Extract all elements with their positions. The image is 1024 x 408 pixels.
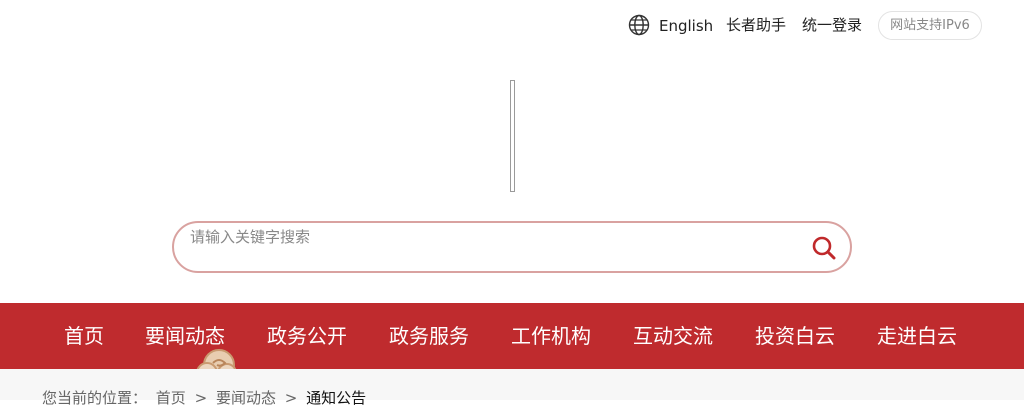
nav-item-gov-disclosure[interactable]: 政务公开 xyxy=(267,303,347,369)
nav-item-agencies[interactable]: 工作机构 xyxy=(511,303,591,369)
breadcrumb-separator: > xyxy=(284,389,298,407)
nav-item-about[interactable]: 走进白云 xyxy=(877,303,957,369)
breadcrumb-item-current: 通知公告 xyxy=(306,389,367,407)
english-link[interactable]: English xyxy=(659,16,713,36)
breadcrumb-prefix: 您当前的位置： xyxy=(42,389,148,407)
breadcrumb-item-home[interactable]: 首页 xyxy=(156,389,186,407)
unified-login-link[interactable]: 统一登录 xyxy=(802,15,862,35)
nav-item-interaction[interactable]: 互动交流 xyxy=(633,303,713,369)
logo-placeholder xyxy=(510,80,515,192)
top-bar: English 长者助手 统一登录 网站支持IPv6 xyxy=(0,0,1024,50)
breadcrumb-item-news[interactable]: 要闻动态 xyxy=(216,389,276,407)
elder-assistant-link[interactable]: 长者助手 xyxy=(726,15,786,35)
nav-item-home[interactable]: 首页 xyxy=(64,303,104,369)
ipv6-badge: 网站支持IPv6 xyxy=(878,11,982,40)
search-icon[interactable] xyxy=(810,234,838,262)
nav-item-gov-services[interactable]: 政务服务 xyxy=(389,303,469,369)
breadcrumb-separator: > xyxy=(194,389,208,407)
nav-item-invest[interactable]: 投资白云 xyxy=(755,303,835,369)
search-input[interactable] xyxy=(190,225,790,249)
globe-icon[interactable] xyxy=(628,14,650,36)
breadcrumb: 您当前的位置： 首页 > 要闻动态 > 通知公告 xyxy=(0,369,1024,407)
search-box xyxy=(172,221,852,273)
